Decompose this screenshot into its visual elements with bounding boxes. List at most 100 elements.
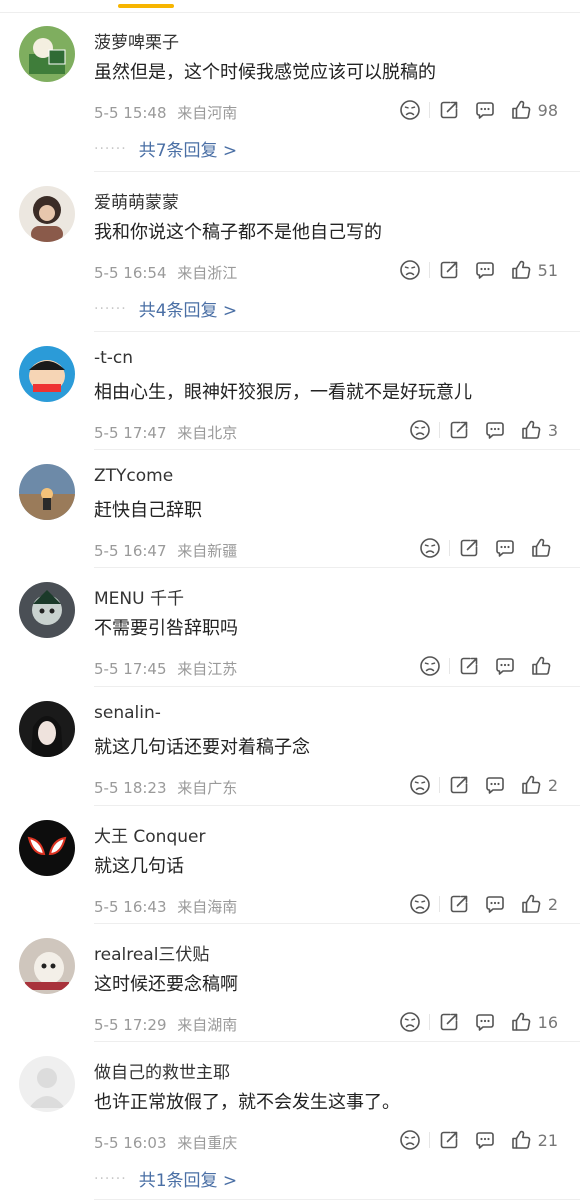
comment-actions: 3: [409, 418, 558, 442]
thumbs-up-icon: [511, 260, 530, 279]
reply-button[interactable]: [474, 1011, 496, 1033]
like-button[interactable]: 21: [510, 1129, 558, 1151]
avatar[interactable]: [19, 346, 75, 402]
comment-username[interactable]: ZTYcome: [94, 466, 173, 486]
comment-time: 16:47: [123, 542, 167, 560]
comment-location: 来自北京: [177, 424, 238, 442]
comment-icon: [486, 422, 504, 439]
comment-actions: 21: [399, 1128, 558, 1152]
dislike-button[interactable]: [399, 1011, 421, 1033]
avatar[interactable]: [19, 1056, 75, 1112]
view-replies-link[interactable]: ······ 共1条回复 >: [94, 1166, 237, 1192]
comment-username[interactable]: 做自己的救世主耶: [94, 1058, 230, 1083]
reply-button[interactable]: [484, 774, 506, 796]
action-separator: [428, 1014, 430, 1030]
comment-location: 来自浙江: [177, 264, 238, 282]
action-separator: [438, 777, 440, 793]
like-count: 2: [547, 894, 558, 914]
comment-meta: 5-5 15:48 来自河南: [94, 102, 237, 123]
action-separator: [438, 422, 440, 438]
comment-actions: [419, 654, 558, 678]
comment-username[interactable]: 爱萌萌蒙蒙: [94, 188, 179, 213]
reply-button[interactable]: [494, 655, 516, 677]
comment-location: 来自广东: [177, 779, 238, 797]
avatar[interactable]: [19, 582, 75, 638]
dislike-face-icon: [399, 260, 420, 280]
comment-username[interactable]: senalin-: [94, 703, 161, 723]
view-replies-link[interactable]: ······ 共7条回复 >: [94, 136, 237, 162]
dislike-button[interactable]: [409, 774, 431, 796]
dislike-button[interactable]: [409, 419, 431, 441]
comment-date: 5-5: [94, 1134, 119, 1152]
reply-button[interactable]: [494, 537, 516, 559]
dislike-face-icon: [399, 1130, 420, 1150]
comment-actions: 51: [399, 258, 558, 282]
comment-username[interactable]: realreal三伏贴: [94, 940, 209, 965]
reply-button[interactable]: [484, 893, 506, 915]
like-button[interactable]: 51: [510, 259, 558, 281]
action-separator: [428, 1132, 430, 1148]
share-button[interactable]: [458, 537, 480, 559]
share-icon: [440, 1013, 457, 1031]
share-button[interactable]: [458, 655, 480, 677]
action-separator: [428, 262, 430, 278]
comment-date: 5-5: [94, 424, 119, 442]
comment-username[interactable]: MENU 千千: [94, 584, 184, 609]
comment-item: realreal三伏贴 这时候还要念稿啊 5-5 17:29 来自湖南 16: [0, 924, 580, 1042]
like-button[interactable]: 3: [520, 419, 558, 441]
comment-item: ZTYcome 赶快自己辞职 5-5 16:47 来自新疆: [0, 450, 580, 568]
comment-date: 5-5: [94, 779, 119, 797]
share-button[interactable]: [448, 419, 470, 441]
share-button[interactable]: [438, 99, 460, 121]
dislike-button[interactable]: [399, 99, 421, 121]
comment-text: 就这几句话: [94, 856, 184, 877]
reply-button[interactable]: [474, 99, 496, 121]
share-icon: [450, 421, 468, 439]
share-button[interactable]: [448, 893, 470, 915]
avatar[interactable]: [19, 26, 75, 82]
dislike-face-icon: [410, 894, 430, 914]
comment-username[interactable]: 大王 Conquer: [94, 822, 205, 847]
avatar[interactable]: [19, 186, 75, 242]
dislike-button[interactable]: [419, 537, 441, 559]
dislike-button[interactable]: [399, 1129, 421, 1151]
like-button[interactable]: 2: [520, 774, 558, 796]
avatar[interactable]: [19, 820, 75, 876]
dislike-button[interactable]: [399, 259, 421, 281]
avatar[interactable]: [19, 938, 75, 994]
comment-actions: [419, 536, 558, 560]
avatar[interactable]: [19, 464, 75, 520]
share-button[interactable]: [438, 259, 460, 281]
comment-icon: [475, 1014, 494, 1031]
like-button[interactable]: 16: [510, 1011, 558, 1033]
comment-text: 我和你说这个稿子都不是他自己写的: [94, 222, 382, 243]
comment-actions: 2: [409, 892, 558, 916]
share-button[interactable]: [448, 774, 470, 796]
comment-date: 5-5: [94, 1016, 119, 1034]
comment-text: 这时候还要念稿啊: [94, 974, 238, 995]
comment-text: 也许正常放假了，就不会发生这事了。: [94, 1092, 400, 1113]
share-button[interactable]: [438, 1011, 460, 1033]
dislike-face-icon: [420, 538, 440, 558]
like-button[interactable]: [530, 655, 558, 677]
dislike-button[interactable]: [419, 655, 441, 677]
avatar[interactable]: [19, 701, 75, 757]
like-button[interactable]: 2: [520, 893, 558, 915]
like-button[interactable]: [530, 537, 558, 559]
like-button[interactable]: 98: [510, 99, 558, 121]
action-separator: [438, 896, 440, 912]
comment-text: 不需要引咎辞职吗: [94, 618, 238, 639]
comment-actions: 98: [399, 98, 558, 122]
thumbs-up-icon: [511, 1130, 530, 1149]
like-count: 51: [537, 260, 558, 280]
comment-username[interactable]: -t-cn: [94, 348, 133, 368]
comment-username[interactable]: 菠萝啤栗子: [94, 28, 179, 53]
comment-location: 来自河南: [177, 104, 238, 122]
reply-button[interactable]: [484, 419, 506, 441]
reply-button[interactable]: [474, 1129, 496, 1151]
share-button[interactable]: [438, 1129, 460, 1151]
dislike-button[interactable]: [409, 893, 431, 915]
view-replies-link[interactable]: ······ 共4条回复 >: [94, 296, 237, 322]
like-count: 2: [547, 775, 558, 795]
reply-button[interactable]: [474, 259, 496, 281]
